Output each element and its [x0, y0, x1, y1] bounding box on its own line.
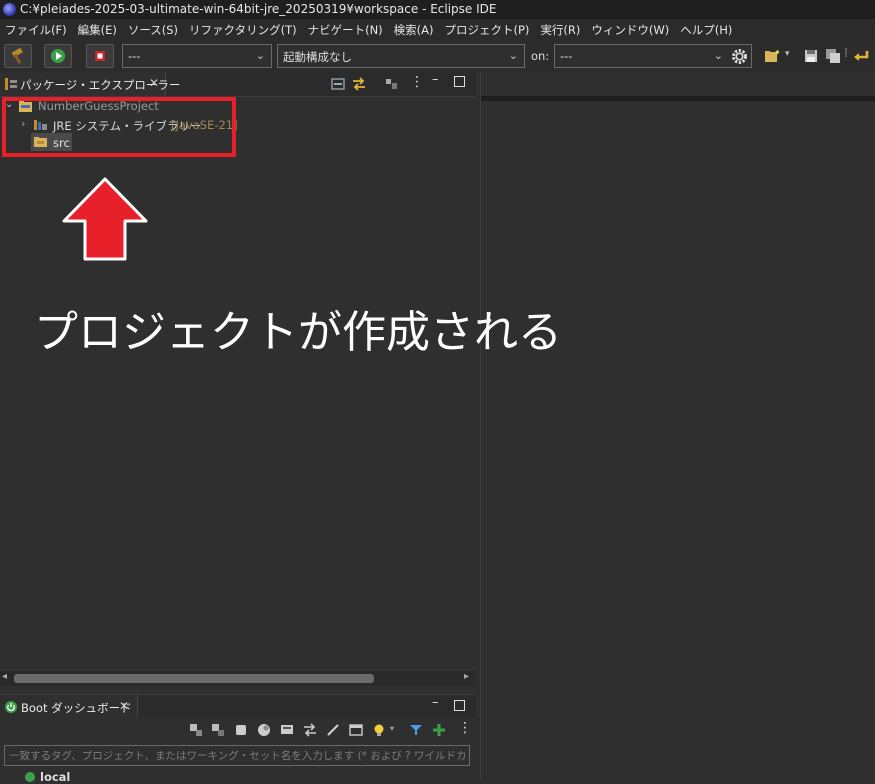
funnel-filter-icon[interactable]	[409, 723, 423, 737]
menu-edit[interactable]: 編集(E)	[73, 19, 123, 40]
save-all-icon[interactable]	[825, 48, 841, 64]
chevron-down-icon: ⌄	[255, 49, 265, 62]
lightbulb-icon[interactable]	[372, 723, 386, 737]
menu-source[interactable]: ソース(S)	[123, 19, 184, 40]
main-toolbar: --- ⌄ 起動構成なし ⌄ on: --- ⌄ ✦ ▾ ⁞	[0, 40, 875, 72]
editor-tab-strip	[481, 96, 875, 101]
play-icon	[51, 49, 65, 63]
mode-combo[interactable]: --- ⌄	[122, 44, 272, 68]
back-arrow-icon[interactable]	[853, 48, 869, 64]
maximize-icon[interactable]	[454, 700, 465, 711]
maximize-icon[interactable]	[454, 76, 465, 87]
menu-project[interactable]: プロジェクト(P)	[440, 19, 536, 40]
menu-file[interactable]: ファイル(F)	[0, 19, 73, 40]
toolbar-separator: ⁞	[844, 46, 849, 61]
tab-package-explorer[interactable]: パッケージ・エクスプローラー ✕	[0, 72, 180, 96]
package-explorer-panel	[0, 72, 476, 692]
menu-help[interactable]: ヘルプ(H)	[675, 19, 738, 40]
menu-bar: ファイル(F) 編集(E) ソース(S) リファクタリング(T) ナビゲート(N…	[0, 19, 875, 40]
chevron-down-icon[interactable]: ▾	[390, 724, 394, 733]
svg-text:✦: ✦	[774, 48, 780, 57]
gear-icon[interactable]	[731, 48, 748, 65]
view-menu-icon[interactable]: ⋮	[410, 74, 424, 90]
launch-config-combo[interactable]: 起動構成なし ⌄	[277, 44, 525, 68]
restart-icon[interactable]	[189, 723, 203, 737]
tab-boot-dashboard[interactable]: Boot ダッシュボード ✕	[0, 695, 138, 719]
save-icon[interactable]	[803, 48, 819, 64]
new-folder-icon[interactable]: ✦	[764, 48, 780, 64]
view-menu-icon[interactable]: ⋮	[458, 720, 472, 736]
editor-area	[480, 72, 875, 780]
stop-icon	[95, 51, 105, 61]
boot-dashboard-filter-input[interactable]	[4, 745, 470, 766]
annotation-caption: プロジェクトが作成される	[34, 307, 562, 358]
target-combo[interactable]: --- ⌄	[554, 44, 752, 68]
close-icon[interactable]: ✕	[149, 76, 159, 90]
target-combo-value: ---	[560, 49, 573, 63]
hammer-icon	[11, 47, 23, 64]
link-with-editor-icon[interactable]	[352, 77, 366, 91]
console-icon[interactable]	[280, 723, 294, 737]
menu-navigate[interactable]: ナビゲート(N)	[303, 19, 389, 40]
edit-pencil-icon[interactable]	[326, 723, 340, 737]
mode-combo-value: ---	[128, 49, 141, 63]
minimize-icon[interactable]: –	[432, 72, 439, 87]
debug-restart-icon[interactable]	[211, 723, 225, 737]
add-icon[interactable]	[432, 723, 446, 737]
title-bar: C:¥pleiades-2025-03-ultimate-win-64bit-j…	[0, 0, 875, 19]
package-explorer-icon	[5, 78, 17, 90]
chevron-down-icon: ⌄	[508, 49, 518, 62]
boot-dashboard-toolbar: ▾ ⋮	[0, 718, 476, 742]
tab-boot-dashboard-label: Boot ダッシュボード	[21, 701, 132, 715]
scroll-right-icon[interactable]: ▸	[464, 671, 469, 682]
stop-button[interactable]	[86, 44, 114, 68]
eclipse-logo-icon	[3, 3, 16, 16]
annotation-up-arrow-icon	[62, 177, 148, 261]
open-browser-icon[interactable]	[257, 723, 271, 737]
run-button[interactable]	[44, 44, 72, 68]
properties-icon[interactable]	[349, 723, 363, 737]
spring-power-icon	[5, 701, 17, 713]
filter-icon[interactable]	[385, 77, 399, 91]
build-button[interactable]	[4, 44, 32, 68]
sync-arrows-icon[interactable]	[303, 723, 317, 737]
launch-config-value: 起動構成なし	[283, 50, 352, 64]
menu-run[interactable]: 実行(R)	[535, 19, 586, 40]
menu-refactor[interactable]: リファクタリング(T)	[184, 19, 303, 40]
menu-window[interactable]: ウィンドウ(W)	[586, 19, 675, 40]
stop-icon[interactable]	[234, 723, 248, 737]
boot-item-local[interactable]: local	[40, 770, 70, 784]
collapse-all-icon[interactable]	[331, 77, 345, 91]
window-title: C:¥pleiades-2025-03-ultimate-win-64bit-j…	[20, 2, 497, 16]
on-label: on:	[531, 49, 550, 63]
annotation-highlight-box	[2, 97, 236, 157]
scroll-left-icon[interactable]: ◂	[2, 671, 7, 682]
chevron-down-icon[interactable]: ▾	[785, 49, 790, 59]
minimize-icon[interactable]: –	[432, 695, 439, 710]
menu-search[interactable]: 検索(A)	[389, 19, 440, 40]
local-server-icon	[25, 772, 35, 782]
boot-dashboard-tabbar: Boot ダッシュボード ✕ –	[0, 694, 476, 719]
scrollbar-thumb[interactable]	[14, 674, 374, 683]
chevron-down-icon: ⌄	[713, 49, 723, 62]
horizontal-scrollbar[interactable]: ◂ ▸	[0, 671, 476, 686]
package-explorer-tabbar: パッケージ・エクスプローラー ✕ ⋮ –	[0, 72, 476, 97]
close-icon[interactable]: ✕	[119, 699, 129, 713]
